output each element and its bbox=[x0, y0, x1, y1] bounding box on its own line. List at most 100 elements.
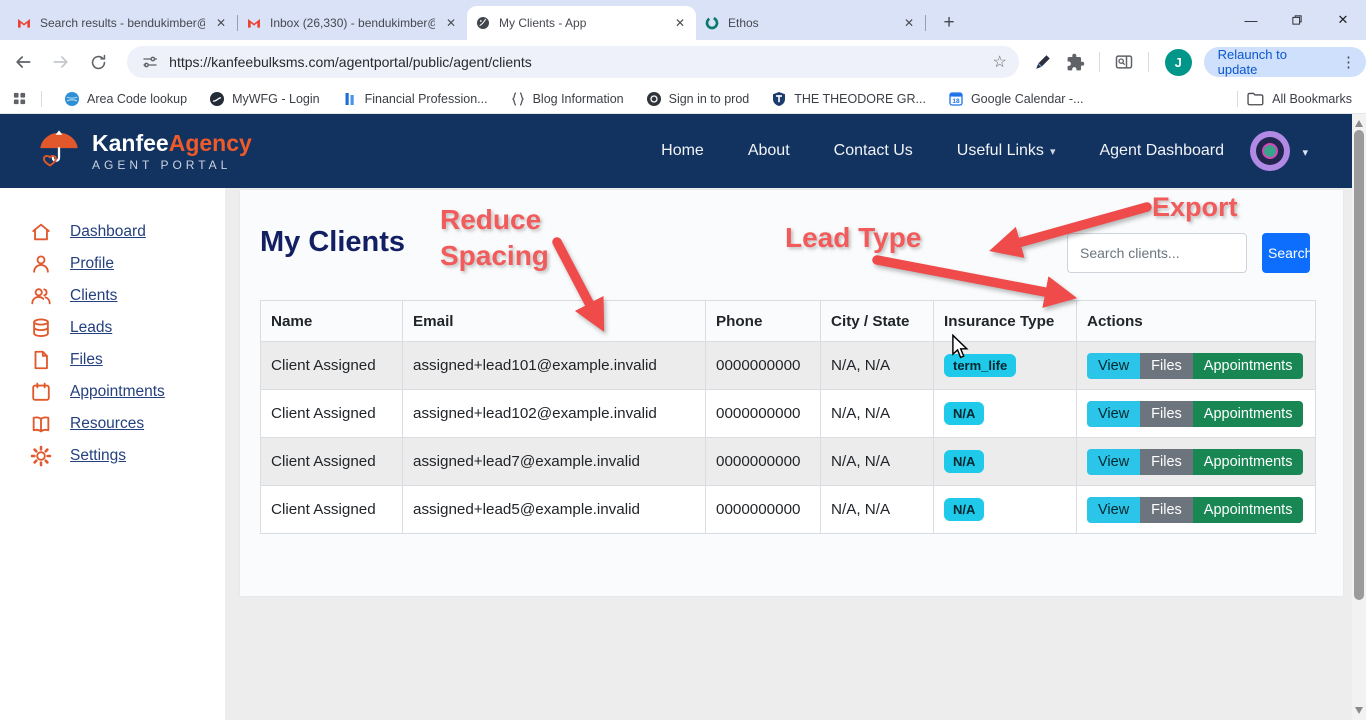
tab-gmail-search[interactable]: Search results - bendukimber@ ✕ bbox=[8, 6, 237, 40]
avatar-chevron-down-icon[interactable]: ▾ bbox=[1302, 146, 1308, 159]
brand-logo[interactable]: KanfeeAgency AGENT PORTAL bbox=[36, 128, 252, 174]
browser-profile-avatar[interactable]: J bbox=[1165, 49, 1192, 76]
files-button[interactable]: Files bbox=[1140, 401, 1193, 427]
sidebar: Dashboard Profile Clients Leads Files Ap… bbox=[0, 188, 225, 720]
appointments-button[interactable]: Appointments bbox=[1193, 449, 1304, 475]
sidebar-label: Clients bbox=[70, 287, 117, 305]
gmail-icon bbox=[246, 15, 262, 31]
bookmark-financial[interactable]: Financial Profession... bbox=[342, 91, 488, 107]
ethos-icon bbox=[704, 15, 720, 31]
view-button[interactable]: View bbox=[1087, 449, 1140, 475]
gmail-icon bbox=[16, 15, 32, 31]
umbrella-heart-logo-icon bbox=[36, 128, 82, 174]
tab-gmail-inbox[interactable]: Inbox (26,330) - bendukimber@ ✕ bbox=[238, 6, 467, 40]
search-button[interactable]: Search bbox=[1262, 233, 1310, 273]
close-icon[interactable]: ✕ bbox=[443, 16, 459, 30]
url-text[interactable]: https://kanfeebulksms.com/agentportal/pu… bbox=[169, 54, 532, 70]
all-bookmarks[interactable]: All Bookmarks bbox=[1237, 90, 1352, 108]
apps-grid-icon[interactable] bbox=[12, 91, 27, 106]
pen-extension-icon[interactable] bbox=[1033, 53, 1052, 72]
globe-icon bbox=[475, 15, 491, 31]
people-icon bbox=[30, 285, 52, 307]
close-icon[interactable]: ✕ bbox=[901, 16, 917, 30]
cell-name: Client Assigned bbox=[261, 342, 403, 390]
bookmark-area-code[interactable]: Area Code lookup bbox=[64, 91, 187, 107]
nav-useful-links[interactable]: Useful Links▾ bbox=[957, 142, 1056, 160]
nav-home[interactable]: Home bbox=[661, 142, 704, 160]
browser-menu-icon[interactable]: ⋮ bbox=[1337, 53, 1360, 71]
restore-button[interactable] bbox=[1274, 0, 1320, 40]
sidebar-item-resources[interactable]: Resources bbox=[0, 408, 225, 440]
tab-my-clients[interactable]: My Clients - App ✕ bbox=[467, 6, 696, 40]
sidebar-item-clients[interactable]: Clients bbox=[0, 280, 225, 312]
site-settings-icon[interactable] bbox=[141, 53, 159, 71]
nav-contact-us[interactable]: Contact Us bbox=[834, 142, 913, 160]
close-icon[interactable]: ✕ bbox=[213, 16, 229, 30]
bookmark-star-icon[interactable]: ☆ bbox=[993, 52, 1007, 72]
annotation-export: Export bbox=[1152, 189, 1238, 225]
scroll-down-icon[interactable] bbox=[1355, 707, 1363, 714]
sidebar-item-dashboard[interactable]: Dashboard bbox=[0, 216, 225, 248]
cell-name: Client Assigned bbox=[261, 390, 403, 438]
folder-icon bbox=[1246, 90, 1264, 108]
bookmark-label: Sign in to prod bbox=[669, 92, 750, 106]
cell-phone: 0000000000 bbox=[706, 342, 821, 390]
search-sidebar-icon[interactable] bbox=[1114, 52, 1134, 72]
chevron-down-icon: ▾ bbox=[1050, 146, 1056, 158]
shield-icon bbox=[771, 91, 787, 107]
tab-separator bbox=[925, 15, 926, 31]
reload-icon[interactable] bbox=[83, 47, 113, 77]
address-bar[interactable]: https://kanfeebulksms.com/agentportal/pu… bbox=[127, 46, 1019, 78]
minimize-button[interactable]: — bbox=[1228, 0, 1274, 40]
tab-title: Search results - bendukimber@ bbox=[40, 16, 205, 30]
new-tab-button[interactable]: + bbox=[936, 10, 962, 36]
extensions-puzzle-icon[interactable] bbox=[1066, 53, 1085, 72]
back-icon[interactable] bbox=[8, 47, 38, 77]
tab-ethos[interactable]: Ethos ✕ bbox=[696, 6, 925, 40]
browser-window: Search results - bendukimber@ ✕ Inbox (2… bbox=[0, 0, 1366, 720]
sidebar-label: Resources bbox=[70, 415, 144, 433]
relaunch-to-update-button[interactable]: Relaunch to update ⋮ bbox=[1204, 47, 1366, 77]
files-button[interactable]: Files bbox=[1140, 353, 1193, 379]
bookmark-theodore[interactable]: THE THEODORE GR... bbox=[771, 91, 926, 107]
page-scrollbar[interactable] bbox=[1352, 114, 1366, 720]
col-header-email: Email bbox=[403, 301, 706, 342]
view-button[interactable]: View bbox=[1087, 401, 1140, 427]
toolbar-divider bbox=[1148, 52, 1149, 72]
nav-agent-dashboard[interactable]: Agent Dashboard bbox=[1099, 142, 1224, 160]
bookmark-prod[interactable]: Sign in to prod bbox=[646, 91, 750, 107]
bookmark-blog[interactable]: Blog Information bbox=[510, 91, 624, 107]
table-row: Client Assigned assigned+lead101@example… bbox=[261, 342, 1316, 390]
cell-phone: 0000000000 bbox=[706, 390, 821, 438]
sidebar-item-profile[interactable]: Profile bbox=[0, 248, 225, 280]
appointments-button[interactable]: Appointments bbox=[1193, 497, 1304, 523]
bookmarks-divider bbox=[1237, 91, 1238, 107]
insurance-type-badge: N/A bbox=[944, 498, 984, 521]
view-button[interactable]: View bbox=[1087, 497, 1140, 523]
brand-text: KanfeeAgency AGENT PORTAL bbox=[92, 131, 252, 172]
cell-name: Client Assigned bbox=[261, 438, 403, 486]
bookmark-mywfg[interactable]: MyWFG - Login bbox=[209, 91, 320, 107]
files-button[interactable]: Files bbox=[1140, 449, 1193, 475]
sidebar-item-leads[interactable]: Leads bbox=[0, 312, 225, 344]
view-button[interactable]: View bbox=[1087, 353, 1140, 379]
appointments-button[interactable]: Appointments bbox=[1193, 353, 1304, 379]
close-icon[interactable]: ✕ bbox=[672, 16, 688, 30]
forward-icon[interactable] bbox=[46, 47, 76, 77]
sidebar-item-settings[interactable]: Settings bbox=[0, 440, 225, 472]
close-window-button[interactable]: ✕ bbox=[1320, 0, 1366, 40]
user-avatar[interactable] bbox=[1250, 131, 1290, 171]
sidebar-item-appointments[interactable]: Appointments bbox=[0, 376, 225, 408]
appointments-button[interactable]: Appointments bbox=[1193, 401, 1304, 427]
cell-email: assigned+lead102@example.invalid bbox=[403, 390, 706, 438]
sidebar-item-files[interactable]: Files bbox=[0, 344, 225, 376]
bookmark-calendar[interactable]: 18 Google Calendar -... bbox=[948, 91, 1084, 107]
scrollbar-thumb[interactable] bbox=[1354, 130, 1364, 600]
scroll-up-icon[interactable] bbox=[1355, 120, 1363, 127]
nav-about[interactable]: About bbox=[748, 142, 790, 160]
sidebar-label: Files bbox=[70, 351, 103, 369]
files-button[interactable]: Files bbox=[1140, 497, 1193, 523]
calendar-icon bbox=[30, 381, 52, 403]
cell-email: assigned+lead7@example.invalid bbox=[403, 438, 706, 486]
search-input[interactable] bbox=[1067, 233, 1247, 273]
